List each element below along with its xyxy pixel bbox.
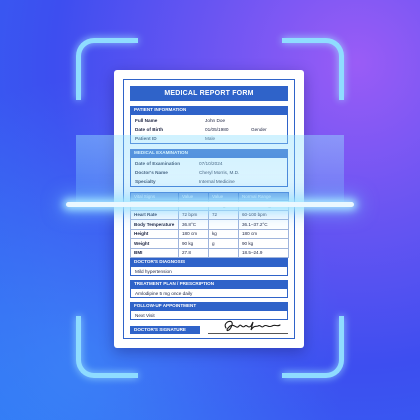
vital-unit: kg xyxy=(208,228,239,239)
scan-highlight-band xyxy=(76,135,344,205)
followup-text: Next Visit xyxy=(135,313,155,318)
vital-value: 90 kg xyxy=(178,238,209,249)
scan-line xyxy=(66,202,354,207)
vital-unit xyxy=(208,219,239,230)
vital-unit: g xyxy=(208,238,239,249)
dob-label: Date of Birth xyxy=(135,127,164,132)
vital-unit: 72 xyxy=(208,209,239,220)
followup-header: FOLLOW-UP APPOINTMENT xyxy=(130,302,288,310)
vital-range: 90 kg xyxy=(238,238,289,249)
vital-value: 180 cm xyxy=(178,228,209,239)
vital-range: 60-100 bpm xyxy=(238,209,289,220)
diagnosis-text: Mild hypertension xyxy=(135,269,172,274)
vital-range: 36.1–37.2°C xyxy=(238,219,289,230)
medical-report-document: MEDICAL REPORT FORM PATIENT INFORMATION … xyxy=(114,70,304,348)
full-name-value: John Doe xyxy=(205,118,226,123)
vital-name: Heart Rate xyxy=(130,209,179,220)
diagnosis-box: Mild hypertension xyxy=(130,266,288,276)
gender-label: Gender xyxy=(251,127,267,132)
table-row: Height 180 cm kg 180 cm xyxy=(130,228,289,239)
patient-info-header: PATIENT INFORMATION xyxy=(130,106,288,114)
table-row: Weight 90 kg g 90 kg xyxy=(130,238,289,249)
vital-value: 27.8 xyxy=(178,247,209,258)
vital-name: BMI xyxy=(130,247,179,258)
vital-range: 18.5–24.9 xyxy=(238,247,289,258)
signature-header: DOCTOR'S SIGNATURE xyxy=(130,326,200,334)
full-name-label: Full Name xyxy=(135,118,158,123)
table-row: BMI 27.8 18.5–24.9 xyxy=(130,247,289,258)
form-sheet: MEDICAL REPORT FORM PATIENT INFORMATION … xyxy=(123,79,295,339)
table-row: Body Temperature 36.8°C 36.1–37.2°C xyxy=(130,219,289,230)
signature-line xyxy=(208,333,288,334)
vital-name: Height xyxy=(130,228,179,239)
treatment-box: Amlodipine 5 mg once daily xyxy=(130,288,288,298)
vital-value: 72 bpm xyxy=(178,209,209,220)
vital-name: Weight xyxy=(130,238,179,249)
vital-value: 36.8°C xyxy=(178,219,209,230)
treatment-header: TREATMENT PLAN / PRESCRIPTION xyxy=(130,280,288,288)
vital-range: 180 cm xyxy=(238,228,289,239)
vital-name: Body Temperature xyxy=(130,219,179,230)
form-title: MEDICAL REPORT FORM xyxy=(130,86,288,101)
table-row: Heart Rate 72 bpm 72 60-100 bpm xyxy=(130,209,289,220)
vital-unit xyxy=(208,247,239,258)
dob-value: 01/05/1980 xyxy=(205,127,229,132)
diagnosis-header: DOCTOR'S DIAGNOSIS xyxy=(130,258,288,266)
treatment-text: Amlodipine 5 mg once daily xyxy=(135,291,193,296)
